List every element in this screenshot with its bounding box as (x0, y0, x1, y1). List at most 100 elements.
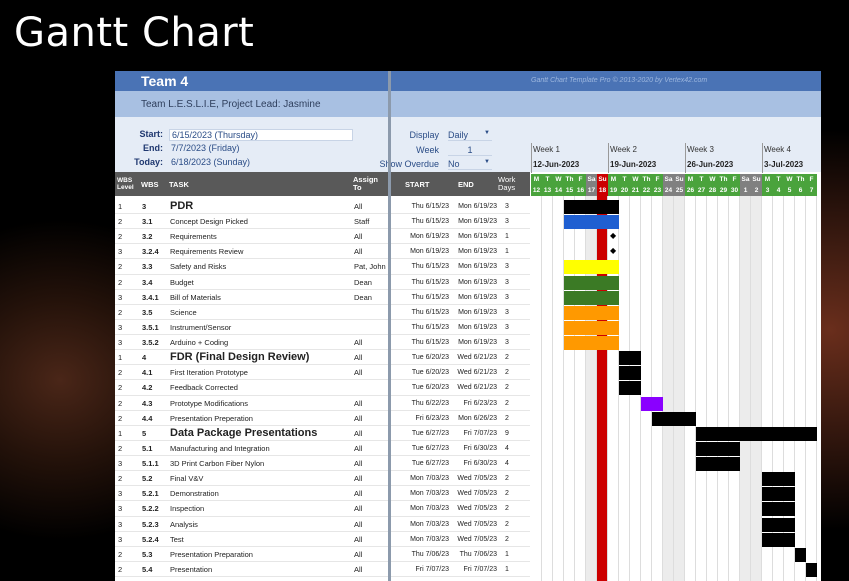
table-row[interactable]: 3 3.4.1 Bill of Materials Dean (115, 290, 388, 305)
start-cell: Mon 7/03/23 (410, 475, 449, 483)
start-cell: Mon 7/03/23 (410, 535, 449, 543)
gantt-bar[interactable] (795, 547, 806, 562)
day-date: 27 (696, 185, 707, 196)
table-row[interactable]: 2 5.2 Final V&V All (115, 471, 388, 487)
end-cell: Thu 7/06/23 (459, 550, 497, 558)
wbs-level-cell: 2 (118, 307, 123, 317)
day-letter: W (707, 174, 718, 185)
day-letter: M (531, 174, 542, 185)
week-label: Week (416, 145, 439, 155)
table-row[interactable]: 2 3.4 Budget Dean (115, 275, 388, 290)
gantt-bar[interactable] (564, 336, 619, 351)
week-label: Week 1 (533, 145, 560, 154)
week-label: Week 4 (764, 145, 791, 154)
timeline-column (751, 196, 762, 581)
gantt-bar[interactable] (762, 472, 795, 487)
pane-divider[interactable] (388, 71, 391, 581)
table-row[interactable]: 2 5.1 Manufacturing and Integration All (115, 441, 388, 457)
timeline-column (795, 196, 806, 581)
day-date: 14 (553, 185, 564, 196)
table-row[interactable]: 3 5.2.3 Analysis All (115, 517, 388, 532)
display-dropdown[interactable]: Daily ▼ (448, 130, 492, 141)
table-row[interactable]: 1 3 PDR All (115, 199, 388, 215)
wbs-cell: 4.4 (142, 413, 153, 423)
day-date: 7 (806, 185, 817, 196)
table-row[interactable]: 3 3.2.4 Requirements Review All (115, 244, 388, 260)
gantt-bar[interactable] (564, 200, 619, 214)
work-days-cell: 3 (505, 323, 509, 331)
gantt-bar[interactable] (652, 411, 696, 426)
day-date: 19 (608, 185, 619, 196)
wbs-level-cell: 2 (118, 398, 123, 408)
assign-cell: All (354, 504, 363, 514)
assign-cell: All (354, 202, 363, 211)
timeline-column (564, 196, 575, 581)
table-row[interactable]: 2 3.1 Concept Design Picked Staff (115, 214, 388, 230)
day-letter: M (608, 174, 619, 185)
day-date: 25 (674, 185, 685, 196)
gantt-bar[interactable] (564, 320, 619, 335)
assign-cell: Dean (354, 277, 372, 287)
table-row[interactable]: 3 5.2.1 Demonstration All (115, 486, 388, 502)
overdue-dropdown[interactable]: No ▼ (448, 159, 492, 170)
table-row[interactable]: 2 4.4 Presentation Preperation All (115, 411, 388, 426)
gantt-bar[interactable] (762, 502, 795, 517)
table-row[interactable]: 2 4.2 Feedback Corrected (115, 380, 388, 396)
work-days-cell: 2 (505, 354, 509, 362)
table-row-dates: Mon 7/03/23 Wed 7/05/23 2 (391, 532, 530, 547)
work-days-cell: 2 (505, 520, 509, 528)
end-label: End: (143, 143, 163, 153)
gantt-bar[interactable] (696, 457, 740, 472)
day-letter: W (784, 174, 795, 185)
day-date: 12 (531, 185, 542, 196)
gantt-bar[interactable] (619, 366, 641, 381)
gantt-bar[interactable] (564, 290, 619, 305)
table-row[interactable]: 2 4.1 First Iteration Prototype All (115, 365, 388, 381)
table-row[interactable]: 3 3.5.1 Instrument/Sensor (115, 320, 388, 336)
gantt-bar[interactable] (564, 275, 619, 290)
gantt-bar[interactable] (762, 517, 795, 532)
table-row[interactable]: 3 5.1.1 3D Print Carbon Fiber Nylon All (115, 456, 388, 472)
table-row[interactable]: 2 4.3 Prototype Modifications All (115, 396, 388, 411)
table-row[interactable]: 3 5.2.2 Inspection All (115, 501, 388, 517)
table-row[interactable]: 3 5.2.4 Test All (115, 532, 388, 547)
gantt-bar[interactable] (696, 426, 817, 441)
table-row-dates: Thu 6/15/23 Mon 6/19/23 3 (391, 275, 530, 290)
end-cell: Wed 6/21/23 (457, 384, 497, 392)
week-input[interactable]: 1 (448, 145, 492, 156)
gantt-bar[interactable] (564, 305, 619, 320)
table-row[interactable]: 1 5 Data Package Presentations All (115, 426, 388, 441)
gantt-bar[interactable] (619, 381, 641, 396)
wbs-level-cell: 2 (118, 368, 123, 378)
wbs-cell: 3.1 (142, 217, 153, 227)
gantt-bar[interactable] (564, 260, 619, 275)
gantt-bar[interactable] (806, 562, 817, 577)
assign-cell: Dean (354, 292, 372, 302)
day-date: 2 (751, 185, 762, 196)
gantt-bar[interactable] (762, 532, 795, 547)
end-cell: Fri 7/07/23 (463, 565, 497, 573)
table-row[interactable]: 2 3.3 Safety and Risks Pat, John (115, 259, 388, 275)
table-row[interactable]: 1 4 FDR (Final Design Review) All (115, 350, 388, 366)
work-days-cell: 3 (505, 218, 509, 226)
table-row[interactable]: 2 3.5 Science (115, 305, 388, 320)
wbs-cell: 5.2.1 (142, 489, 159, 499)
gantt-bar[interactable] (641, 396, 663, 411)
week-separator (685, 143, 686, 173)
day-date: 6 (795, 185, 806, 196)
gantt-bar[interactable] (696, 441, 740, 456)
table-row[interactable]: 2 5.4 Presentation All (115, 562, 388, 577)
timeline-column (685, 196, 696, 581)
gantt-bar[interactable] (619, 351, 641, 366)
start-date-input[interactable]: 6/15/2023 (Thursday) (169, 129, 353, 141)
wbs-level-cell: 1 (118, 428, 123, 438)
day-date: 16 (575, 185, 586, 196)
gantt-bar[interactable] (564, 215, 619, 230)
table-row[interactable]: 2 3.2 Requirements All (115, 229, 388, 245)
day-date: 3 (762, 185, 773, 196)
start-cell: Thu 6/15/23 (411, 339, 449, 347)
table-row[interactable]: 3 3.5.2 Arduino + Coding All (115, 335, 388, 351)
end-cell: Wed 6/21/23 (457, 354, 497, 362)
table-row[interactable]: 2 5.3 Presentation Preparation All (115, 547, 388, 562)
gantt-bar[interactable] (762, 487, 795, 502)
